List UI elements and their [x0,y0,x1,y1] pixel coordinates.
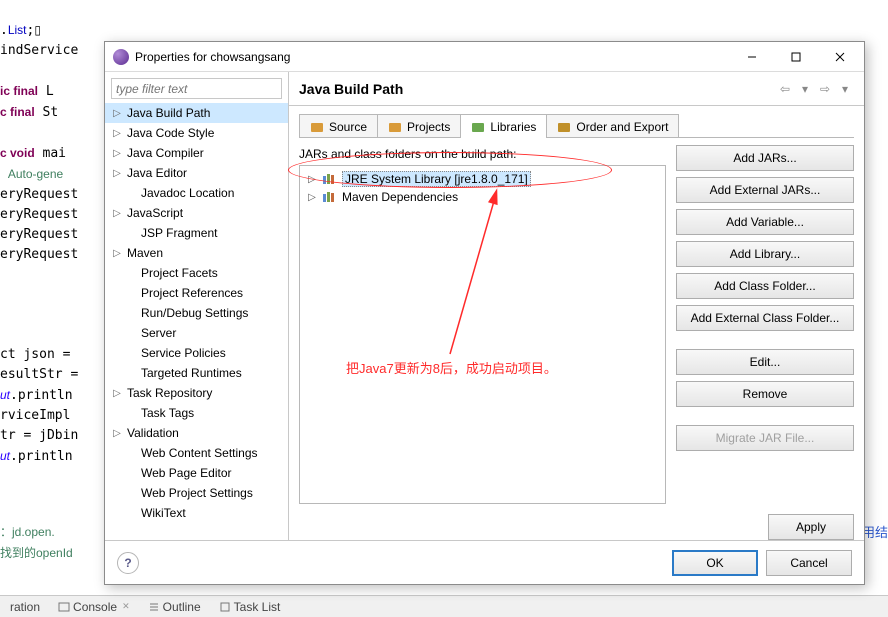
annotation-arrow [440,190,500,360]
tab-projects[interactable]: Projects [377,114,461,138]
nav-item-task-repository[interactable]: ▷Task Repository [105,383,288,403]
nav-item-java-compiler[interactable]: ▷Java Compiler [105,143,288,163]
minimize-button[interactable] [730,42,774,71]
filter-input[interactable] [111,78,282,99]
tab-order-and-export[interactable]: Order and Export [546,114,679,138]
code-background-2: ：jd.open. 找到的openId [0,522,73,564]
add-class-folder-button[interactable]: Add Class Folder... [676,273,854,299]
apply-button[interactable]: Apply [768,514,854,540]
nav-item-java-editor[interactable]: ▷Java Editor [105,163,288,183]
edit-button[interactable]: Edit... [676,349,854,375]
dropdown-icon[interactable]: ▾ [796,81,814,97]
tree-node[interactable]: ▷JRE System Library [jre1.8.0_171] [302,170,663,188]
forward-icon[interactable]: ⇨ [816,81,834,97]
view-outline[interactable]: Outline [142,600,207,614]
nav-item-project-references[interactable]: Project References [105,283,288,303]
view-console[interactable]: Console✕ [52,600,136,614]
tree-label: JARs and class folders on the build path… [299,147,666,161]
page-title: Java Build Path [299,81,776,97]
add-jars-button[interactable]: Add JARs... [676,145,854,171]
eclipse-icon [113,49,129,65]
nav-item-task-tags[interactable]: Task Tags [105,403,288,423]
nav-item-web-project-settings[interactable]: Web Project Settings [105,483,288,503]
code-background: .List;▯ indService ic final L c final St… [0,0,78,467]
nav-item-server[interactable]: Server [105,323,288,343]
annotation-text: 把Java7更新为8后，成功启动项目。 [346,358,557,377]
nav-tree[interactable]: ▷Java Build Path▷Java Code Style▷Java Co… [105,101,288,540]
add-library-button[interactable]: Add Library... [676,241,854,267]
nav-item-targeted-runtimes[interactable]: Targeted Runtimes [105,363,288,383]
ok-button[interactable]: OK [672,550,758,576]
nav-item-javadoc-location[interactable]: Javadoc Location [105,183,288,203]
view-tasklist[interactable]: Task List [213,600,287,614]
nav-item-validation[interactable]: ▷Validation [105,423,288,443]
help-icon[interactable]: ? [117,552,139,574]
migrate-jar-file-button: Migrate JAR File... [676,425,854,451]
nav-item-web-page-editor[interactable]: Web Page Editor [105,463,288,483]
nav-item-java-code-style[interactable]: ▷Java Code Style [105,123,288,143]
close-button[interactable] [818,42,862,71]
nav-item-javascript[interactable]: ▷JavaScript [105,203,288,223]
tab-source[interactable]: Source [299,114,378,138]
nav-item-service-policies[interactable]: Service Policies [105,343,288,363]
view-ration[interactable]: ration [4,600,46,614]
menu-icon[interactable]: ▾ [836,81,854,97]
nav-item-java-build-path[interactable]: ▷Java Build Path [105,103,288,123]
nav-item-web-content-settings[interactable]: Web Content Settings [105,443,288,463]
add-external-class-folder-button[interactable]: Add External Class Folder... [676,305,854,331]
add-variable-button[interactable]: Add Variable... [676,209,854,235]
nav-panel: ▷Java Build Path▷Java Code Style▷Java Co… [105,72,289,540]
buttons-column: Add JARs... Add External JARs... Add Varia… [676,145,854,504]
add-external-jars-button[interactable]: Add External JARs... [676,177,854,203]
title-bar: Properties for chowsangsang [105,42,864,72]
nav-item-wikitext[interactable]: WikiText [105,503,288,523]
libraries-tree[interactable]: ▷JRE System Library [jre1.8.0_171]▷Maven… [299,165,666,504]
remove-button[interactable]: Remove [676,381,854,407]
properties-dialog: Properties for chowsangsang ▷Java Build … [104,41,865,585]
back-icon[interactable]: ⇦ [776,81,794,97]
nav-item-run-debug-settings[interactable]: Run/Debug Settings [105,303,288,323]
window-title: Properties for chowsangsang [135,50,730,64]
tree-node[interactable]: ▷Maven Dependencies [302,188,663,206]
cancel-button[interactable]: Cancel [766,550,852,576]
tabs: SourceProjectsLibrariesOrder and Export [289,106,864,138]
tab-libraries[interactable]: Libraries [460,114,547,138]
views-bar: ration Console✕ Outline Task List [0,595,888,617]
nav-item-project-facets[interactable]: Project Facets [105,263,288,283]
nav-item-maven[interactable]: ▷Maven [105,243,288,263]
nav-item-jsp-fragment[interactable]: JSP Fragment [105,223,288,243]
maximize-button[interactable] [774,42,818,71]
